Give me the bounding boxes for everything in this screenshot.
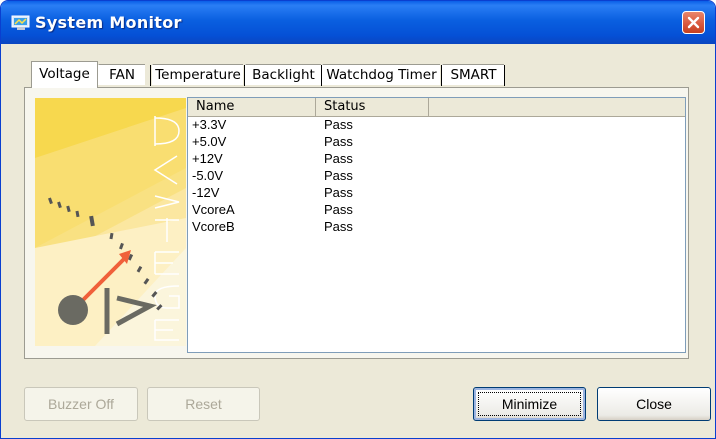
row-status: Pass: [324, 117, 353, 132]
tab-temperature[interactable]: Temperature: [152, 64, 243, 85]
reset-button[interactable]: Reset: [147, 387, 260, 421]
row-name: VcoreB: [192, 219, 235, 234]
voltage-list[interactable]: Name Status +3.3V Pass +5.0V Pass +12V P…: [187, 97, 686, 353]
row-name: VcoreA: [192, 202, 235, 217]
tab-backlight[interactable]: Backlight: [245, 64, 321, 85]
list-item[interactable]: +12V Pass: [188, 151, 685, 168]
close-icon: [687, 16, 700, 29]
list-rows: +3.3V Pass +5.0V Pass +12V Pass -5.0V Pa…: [188, 117, 685, 236]
tab-smart[interactable]: SMART: [442, 64, 504, 85]
column-header-name[interactable]: Name: [188, 98, 316, 116]
monitor-icon: [11, 15, 30, 30]
minimize-button[interactable]: Minimize: [473, 387, 586, 421]
column-header-empty[interactable]: [429, 98, 685, 116]
focus-rect: [478, 392, 581, 416]
close-button[interactable]: Close: [597, 387, 711, 421]
row-name: +3.3V: [192, 117, 227, 132]
row-status: Pass: [324, 168, 353, 183]
buzzer-off-button[interactable]: Buzzer Off: [24, 387, 138, 421]
list-item[interactable]: +5.0V Pass: [188, 134, 685, 151]
window-title: System Monitor: [35, 13, 182, 32]
row-status: Pass: [324, 151, 353, 166]
list-item[interactable]: +3.3V Pass: [188, 117, 685, 134]
title-bar[interactable]: System Monitor: [1, 1, 715, 44]
tab-separator: [150, 65, 151, 86]
list-item[interactable]: -12V Pass: [188, 185, 685, 202]
row-name: -5.0V: [192, 168, 224, 183]
list-item[interactable]: VcoreB Pass: [188, 219, 685, 236]
voltage-tab-panel: Name Status +3.3V Pass +5.0V Pass +12V P…: [24, 87, 689, 359]
tab-voltage[interactable]: Voltage: [31, 61, 98, 88]
row-name: -12V: [192, 185, 220, 200]
dialog-client-area: Voltage FAN Temperature Backlight Watchd…: [4, 44, 712, 435]
tab-fan[interactable]: FAN: [98, 64, 145, 85]
row-status: Pass: [324, 202, 353, 217]
row-status: Pass: [324, 185, 353, 200]
tab-watchdog-timer[interactable]: Watchdog Timer: [322, 64, 440, 85]
close-window-button[interactable]: [682, 11, 705, 34]
system-monitor-window: System Monitor Voltage FAN Temperature B…: [0, 0, 716, 439]
row-status: Pass: [324, 219, 353, 234]
row-name: +5.0V: [192, 134, 227, 149]
tab-separator: [504, 65, 505, 86]
voltage-gauge-illustration: [35, 98, 186, 346]
row-status: Pass: [324, 134, 353, 149]
row-name: +12V: [192, 151, 223, 166]
list-header: Name Status: [188, 98, 685, 117]
list-item[interactable]: -5.0V Pass: [188, 168, 685, 185]
list-item[interactable]: VcoreA Pass: [188, 202, 685, 219]
column-header-status[interactable]: Status: [316, 98, 429, 116]
